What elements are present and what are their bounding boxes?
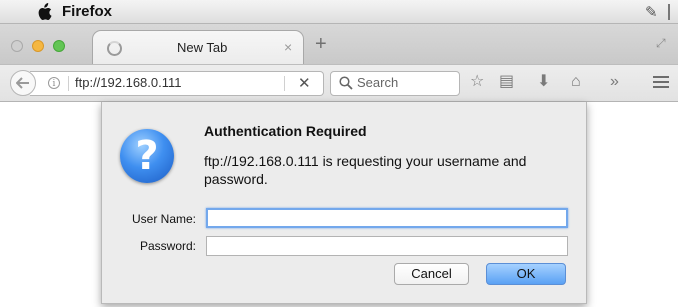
stop-loading-icon[interactable]: ✕ xyxy=(298,74,311,92)
reading-list-icon[interactable]: ▤ xyxy=(499,72,514,92)
search-placeholder: Search xyxy=(357,75,399,90)
window-minimize-button[interactable] xyxy=(32,40,44,52)
question-icon: ? xyxy=(120,129,174,183)
dialog-message: ftp://192.168.0.111 is requesting your u… xyxy=(204,153,527,187)
cancel-button[interactable]: Cancel xyxy=(394,263,469,285)
tab-new-tab[interactable]: New Tab × xyxy=(92,30,304,64)
status-tool-icon[interactable]: ✎ xyxy=(645,3,658,21)
tab-strip: New Tab × + ⤢ xyxy=(0,24,678,64)
dialog-title: Authentication Required xyxy=(204,123,367,139)
navigation-toolbar: i ftp://192.168.0.111 ✕ Search ☆ ▤ ⬇ ⌂ » xyxy=(0,64,678,102)
authentication-dialog: ? Authentication Required ftp://192.168.… xyxy=(101,102,587,304)
url-divider-right xyxy=(284,76,285,91)
new-tab-plus-icon[interactable]: + xyxy=(315,34,327,54)
hamburger-menu-icon[interactable] xyxy=(653,76,669,78)
overflow-chevron-icon[interactable]: » xyxy=(610,72,619,92)
password-label: Password: xyxy=(139,239,196,253)
downloads-icon[interactable]: ⬇ xyxy=(537,72,550,92)
search-bar[interactable]: Search xyxy=(330,71,460,96)
fullscreen-arrows-icon[interactable]: ⤢ xyxy=(656,36,666,51)
back-arrow-icon xyxy=(16,77,29,89)
username-input[interactable] xyxy=(206,208,568,228)
window-zoom-button[interactable] xyxy=(53,40,65,52)
tab-title: New Tab xyxy=(177,40,228,55)
bookmark-star-icon[interactable]: ☆ xyxy=(470,72,484,92)
menubar-status-edge xyxy=(668,4,678,20)
back-button[interactable] xyxy=(10,70,36,96)
url-text[interactable]: ftp://192.168.0.111 xyxy=(75,75,182,90)
password-input[interactable] xyxy=(206,236,568,256)
home-icon[interactable]: ⌂ xyxy=(571,72,581,92)
search-icon xyxy=(339,76,353,90)
menubar: Firefox ✎ xyxy=(0,0,678,24)
window-close-button[interactable] xyxy=(11,40,23,52)
ok-button[interactable]: OK xyxy=(486,263,566,285)
tab-close-icon[interactable]: × xyxy=(284,39,292,55)
username-label: User Name: xyxy=(131,212,196,226)
apple-icon[interactable] xyxy=(36,3,52,21)
app-name-menu[interactable]: Firefox xyxy=(62,3,112,20)
site-info-icon[interactable]: i xyxy=(48,77,60,89)
url-divider xyxy=(68,76,69,91)
loading-spinner-icon xyxy=(107,41,122,56)
url-bar[interactable]: i ftp://192.168.0.111 ✕ xyxy=(30,71,324,96)
